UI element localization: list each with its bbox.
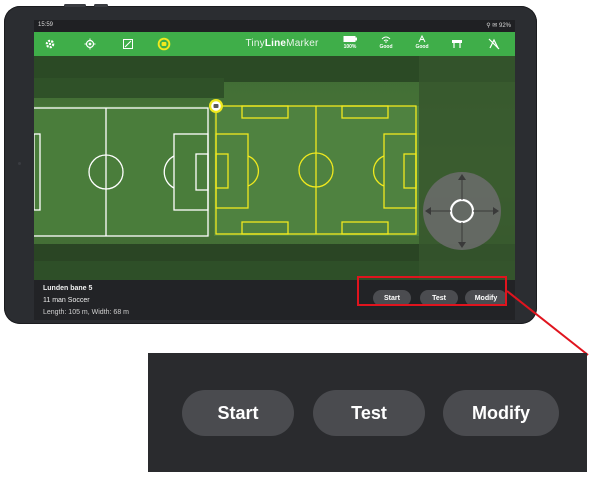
zoom-test-button[interactable]: Test (313, 390, 425, 436)
zoom-start-button[interactable]: Start (182, 390, 294, 436)
zoomed-button-panel: Start Test Modify (148, 353, 587, 472)
zoom-modify-button[interactable]: Modify (443, 390, 559, 436)
